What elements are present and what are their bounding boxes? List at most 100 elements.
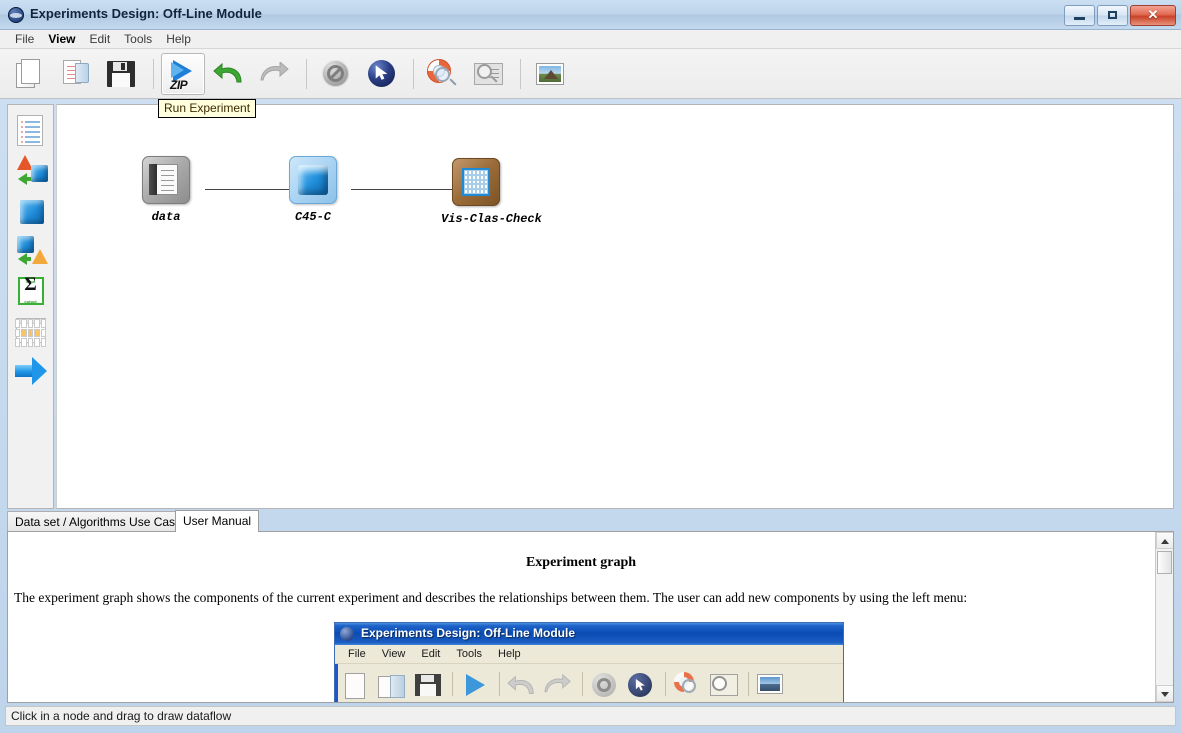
manual-heading: Experiment graph: [525, 555, 637, 570]
embedded-lifesaver-magnifier-icon: [671, 668, 705, 700]
manual-vertical-scrollbar[interactable]: [1155, 532, 1173, 702]
open-folder-icon: [55, 54, 97, 94]
embedded-new-document-icon: [339, 668, 373, 700]
component-palette: input Σ output: [7, 104, 54, 509]
run-experiment-tooltip: Run Experiment: [158, 99, 257, 118]
embedded-toolbar: [335, 664, 843, 702]
embedded-globe-icon: [340, 627, 354, 641]
node-label-visclascheck: Vis-Clas-Check: [441, 212, 542, 226]
new-document-icon: [9, 54, 51, 94]
bottom-tab-strip: Data set / Algorithms Use Case User Manu…: [7, 510, 1174, 532]
toolbar-save-experiment-button[interactable]: [100, 53, 144, 95]
embedded-window-title: Experiments Design: Off-Line Module: [361, 626, 576, 640]
main-area: input Σ output data C45-C Vis-Clas-Check: [7, 104, 1174, 509]
embedded-menu-bar: File View Edit Tools Help: [335, 645, 843, 664]
manual-embedded-screenshot: Experiments Design: Off-Line Module File…: [334, 622, 844, 702]
zip-label: ZIP: [170, 77, 188, 92]
embedded-menu-help: Help: [498, 648, 521, 660]
toolbar-open-experiment-button[interactable]: [54, 53, 98, 95]
node-label-data: data: [151, 210, 181, 224]
application-window: Experiments Design: Off-Line Module ✕ Fi…: [0, 0, 1181, 733]
menu-help[interactable]: Help: [159, 31, 198, 47]
close-icon: ✕: [1147, 7, 1159, 22]
graph-node-c45c[interactable]: C45-C: [278, 156, 348, 224]
embedded-run-play-icon: [458, 668, 492, 700]
toolbar-help-search-button[interactable]: [421, 53, 465, 95]
palette-item-statistics[interactable]: input Σ output: [12, 272, 50, 310]
experiment-graph-canvas[interactable]: data C45-C Vis-Clas-Check: [56, 104, 1174, 509]
cursor-arrow-icon: [361, 54, 403, 94]
title-bar: Experiments Design: Off-Line Module ✕: [0, 0, 1181, 30]
embedded-floppy-disk-icon: [411, 668, 445, 700]
user-manual-pane: Experiment graph The experiment graph sh…: [7, 531, 1174, 703]
menu-file[interactable]: File: [8, 31, 41, 47]
embedded-menu-view: View: [381, 648, 406, 660]
menu-edit[interactable]: Edit: [82, 31, 117, 47]
menu-view[interactable]: View: [41, 31, 82, 47]
node-label-c45c: C45-C: [294, 210, 331, 224]
status-bar: Click in a node and drag to draw dataflo…: [5, 706, 1176, 726]
palette-item-algorithm[interactable]: [12, 192, 50, 230]
toolbar-redo-button[interactable]: [253, 53, 297, 95]
floppy-disk-icon: [101, 54, 143, 94]
status-message: Click in a node and drag to draw dataflo…: [11, 709, 232, 723]
blue-cube-node-icon: [289, 156, 337, 204]
palette-item-dataset[interactable]: [12, 112, 50, 150]
close-button[interactable]: ✕: [1130, 5, 1176, 26]
graph-node-visclascheck[interactable]: Vis-Clas-Check: [441, 158, 542, 226]
minimize-icon: [1074, 17, 1085, 20]
palette-item-postprocessing[interactable]: [12, 232, 50, 270]
toolbar-stop-button[interactable]: [314, 53, 358, 95]
palette-item-dataflow-arrow[interactable]: [12, 352, 50, 390]
graph-node-data[interactable]: data: [131, 156, 201, 224]
embedded-redo-arrow-icon: [541, 668, 575, 700]
tab-user-manual[interactable]: User Manual: [175, 510, 260, 532]
toolbar-zoom-window-button[interactable]: [467, 53, 511, 95]
palette-item-visualization[interactable]: [12, 312, 50, 350]
toolbar-view-image-button[interactable]: [528, 53, 572, 95]
embedded-cursor-arrow-icon: [624, 668, 658, 700]
globe-icon: [8, 7, 24, 23]
toolbar-select-pointer-button[interactable]: [360, 53, 404, 95]
undo-arrow-icon: [208, 54, 250, 94]
redo-arrow-icon: [254, 54, 296, 94]
toolbar-new-experiment-button[interactable]: [8, 53, 52, 95]
chevron-up-icon: [1161, 539, 1169, 544]
no-entry-icon: [315, 54, 357, 94]
tab-dataset-algorithms-use-case[interactable]: Data set / Algorithms Use Case: [7, 511, 190, 532]
data-document-node-icon: [142, 156, 190, 204]
embedded-menu-tools: Tools: [456, 648, 483, 660]
embedded-menu-file: File: [348, 648, 366, 660]
scroll-up-button[interactable]: [1156, 532, 1173, 549]
chevron-down-icon: [1161, 692, 1169, 697]
manual-paragraph: The experiment graph shows the component…: [14, 590, 968, 605]
minimize-button[interactable]: [1064, 5, 1095, 26]
user-manual-content: Experiment graph The experiment graph sh…: [8, 532, 1154, 702]
embedded-title-bar: Experiments Design: Off-Line Module: [335, 623, 843, 645]
toolbar-separator-2: [306, 58, 307, 89]
toolbar-undo-button[interactable]: [207, 53, 251, 95]
window-controls: ✕: [1064, 5, 1176, 26]
maximize-icon: [1108, 11, 1117, 19]
table-node-icon: [452, 158, 500, 206]
menu-tools[interactable]: Tools: [117, 31, 159, 47]
scroll-down-button[interactable]: [1156, 685, 1173, 702]
embedded-no-entry-icon: [588, 668, 622, 700]
embedded-open-folder-icon: [375, 668, 409, 700]
embedded-menu-edit: Edit: [421, 648, 441, 660]
toolbar-separator-3: [413, 58, 414, 89]
toolbar-separator-1: [153, 58, 154, 89]
zoom-window-icon: [468, 54, 510, 94]
zip-play-icon: ZIP: [162, 54, 204, 94]
toolbar: ZIP: [0, 49, 1181, 99]
maximize-button[interactable]: [1097, 5, 1128, 26]
menu-bar: File View Edit Tools Help: [0, 30, 1181, 49]
scrollbar-thumb[interactable]: [1157, 551, 1172, 574]
embedded-zoom-window-icon: [707, 668, 741, 700]
lifesaver-magnifier-icon: [422, 54, 464, 94]
embedded-undo-arrow-icon: [505, 668, 539, 700]
toolbar-separator-4: [520, 58, 521, 89]
palette-item-preprocessing[interactable]: [12, 152, 50, 190]
toolbar-run-experiment-button[interactable]: ZIP: [161, 52, 205, 95]
window-title: Experiments Design: Off-Line Module: [30, 6, 262, 21]
